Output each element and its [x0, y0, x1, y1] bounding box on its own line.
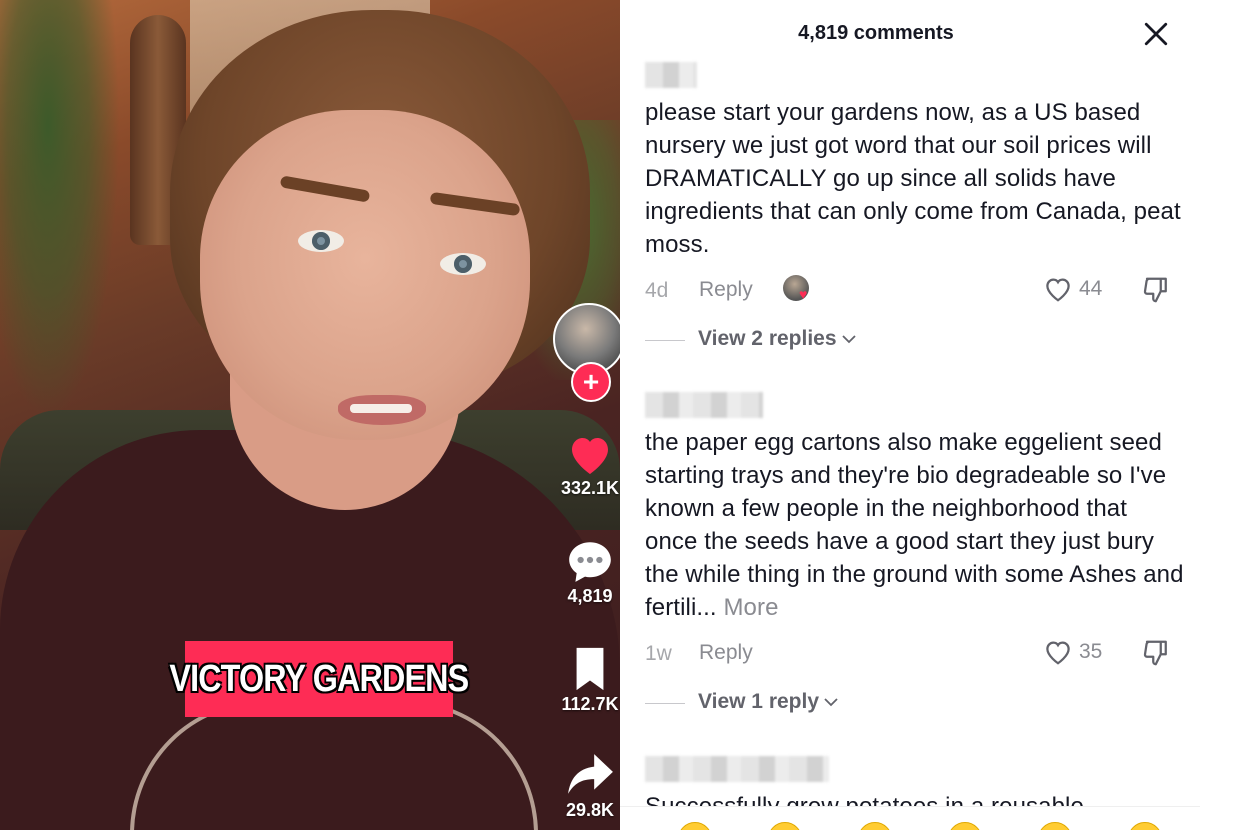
like-heart-icon	[1046, 641, 1070, 665]
comment-username-blurred	[645, 62, 697, 88]
comment-icon	[569, 542, 611, 582]
view-replies-text: View 2 replies	[698, 327, 837, 350]
comment-dislike-button[interactable]	[1142, 638, 1172, 674]
chevron-down-icon	[841, 335, 856, 344]
person-eye-left	[298, 230, 344, 252]
comment-meta: 4d Reply ♥ 44	[645, 271, 1185, 311]
video-caption-sticker: VICTORY GARDENS	[170, 641, 469, 717]
person-eye-right	[440, 253, 486, 275]
action-rail: + 332.1K 4,819 112.7K 29.8K	[550, 300, 630, 830]
close-icon	[1144, 22, 1168, 46]
comment-like-count: 35	[1079, 640, 1103, 663]
emoji-quick-row	[672, 822, 1162, 830]
comment-like-button[interactable]: 44	[1043, 275, 1102, 303]
comment-action[interactable]: 4,819	[550, 538, 630, 607]
emoji-icon[interactable]	[1038, 822, 1072, 830]
small-heart-icon: ♥	[799, 286, 808, 302]
replies-divider	[645, 703, 685, 704]
emoji-icon[interactable]	[678, 822, 712, 830]
comment-count: 4,819	[567, 586, 613, 606]
view-replies-toggle[interactable]: View 2 replies	[645, 323, 1185, 359]
chevron-down-icon	[824, 698, 838, 707]
comments-panel: 4,819 comments please start your gardens…	[620, 0, 1200, 830]
page-margin	[1200, 0, 1250, 830]
view-replies-text: View 1 reply	[698, 690, 820, 713]
like-count: 332.1K	[560, 478, 620, 498]
comment-text: the paper egg cartons also make eggelien…	[645, 426, 1185, 624]
comment-username-blurred	[645, 756, 829, 782]
like-action[interactable]: 332.1K	[550, 432, 630, 499]
comment-username-blurred	[645, 392, 763, 418]
video-caption-text: VICTORY GARDENS	[169, 657, 470, 700]
comments-header: 4,819 comments	[620, 0, 1200, 68]
comment-like-count: 44	[1079, 277, 1103, 300]
comment-text-body: the paper egg cartons also make eggelien…	[645, 429, 1184, 621]
dislike-icon	[1143, 277, 1167, 303]
share-icon	[568, 754, 613, 794]
dislike-icon	[1143, 640, 1167, 666]
save-action[interactable]: 112.7K	[550, 646, 630, 715]
comments-title: 4,819 comments	[798, 22, 954, 44]
person-mouth	[338, 395, 426, 425]
comment-time: 1w	[645, 642, 672, 665]
reply-button[interactable]: Reply	[699, 641, 753, 665]
comment-time: 4d	[645, 279, 669, 302]
share-action[interactable]: 29.8K	[550, 752, 630, 821]
person-face	[200, 110, 530, 440]
view-replies-toggle[interactable]: View 1 reply	[645, 686, 1185, 722]
emoji-icon[interactable]	[768, 822, 802, 830]
comment-meta: 1w Reply 35	[645, 634, 1185, 674]
reply-button[interactable]: Reply	[699, 278, 753, 302]
view-replies-label[interactable]: View 1 reply	[698, 690, 839, 714]
comment-item: please start your gardens now, as a US b…	[645, 62, 1185, 359]
save-count: 112.7K	[561, 694, 619, 714]
close-button[interactable]	[1136, 16, 1176, 52]
emoji-icon[interactable]	[858, 822, 892, 830]
comment-item: the paper egg cartons also make eggelien…	[645, 392, 1185, 722]
emoji-icon[interactable]	[948, 822, 982, 830]
comment-dislike-button[interactable]	[1142, 275, 1172, 311]
creator-liked-badge: ♥	[783, 275, 817, 305]
heart-icon	[572, 438, 608, 474]
view-replies-label[interactable]: View 2 replies	[698, 327, 857, 351]
share-count: 29.8K	[565, 800, 615, 820]
background-plant-left	[0, 0, 120, 420]
follow-button[interactable]: +	[571, 362, 611, 402]
bookmark-icon	[576, 647, 604, 691]
more-link[interactable]: More	[723, 594, 778, 621]
like-heart-icon	[1046, 278, 1070, 302]
video-player[interactable]: VICTORY GARDENS	[0, 0, 620, 830]
comment-like-button[interactable]: 35	[1043, 638, 1102, 666]
comment-text: please start your gardens now, as a US b…	[645, 99, 1181, 258]
replies-divider	[645, 340, 685, 341]
